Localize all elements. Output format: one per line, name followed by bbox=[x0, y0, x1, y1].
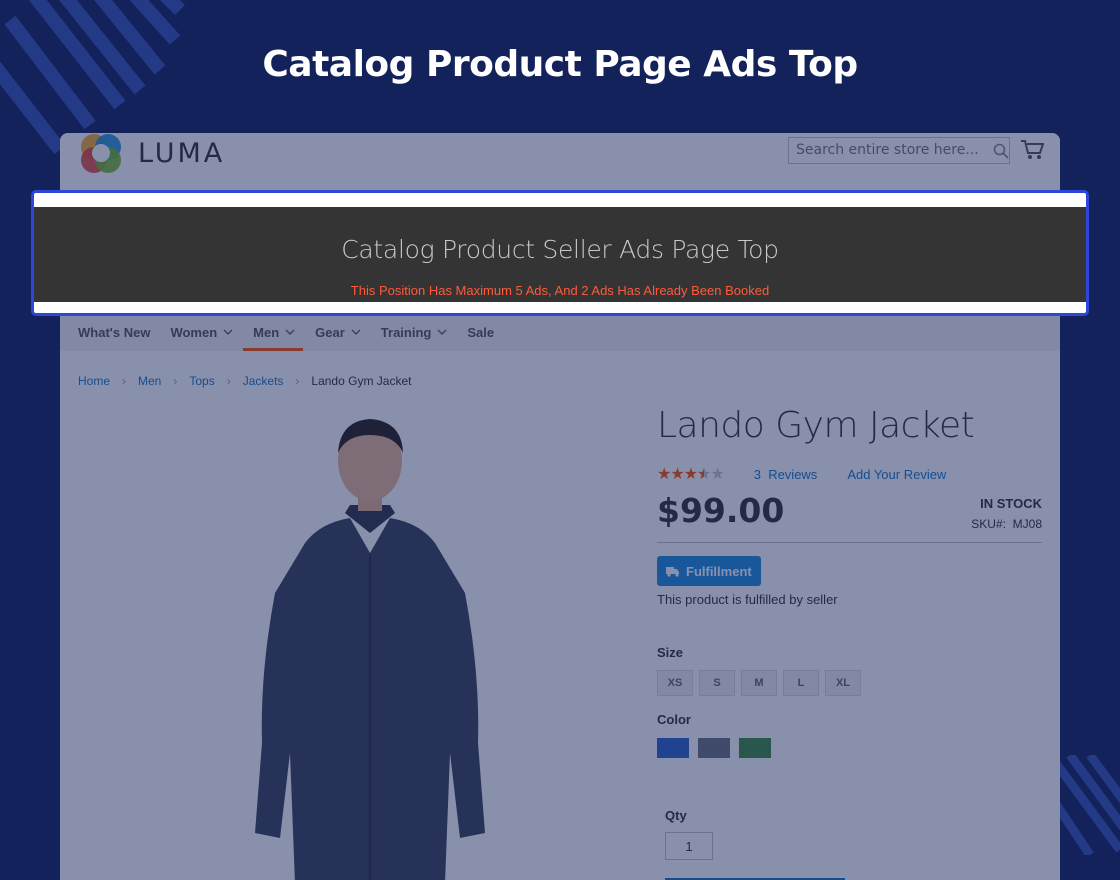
page-heading: Catalog Product Page Ads Top bbox=[262, 44, 858, 85]
decorative-stripes bbox=[1050, 755, 1120, 855]
ad-slot-note: This Position Has Maximum 5 Ads, And 2 A… bbox=[350, 283, 770, 298]
ad-slot-title: Catalog Product Seller Ads Page Top bbox=[341, 235, 779, 264]
ad-slot-highlight[interactable]: Catalog Product Seller Ads Page Top This… bbox=[31, 190, 1089, 316]
ad-slot-banner[interactable]: Catalog Product Seller Ads Page Top This… bbox=[34, 207, 1086, 302]
